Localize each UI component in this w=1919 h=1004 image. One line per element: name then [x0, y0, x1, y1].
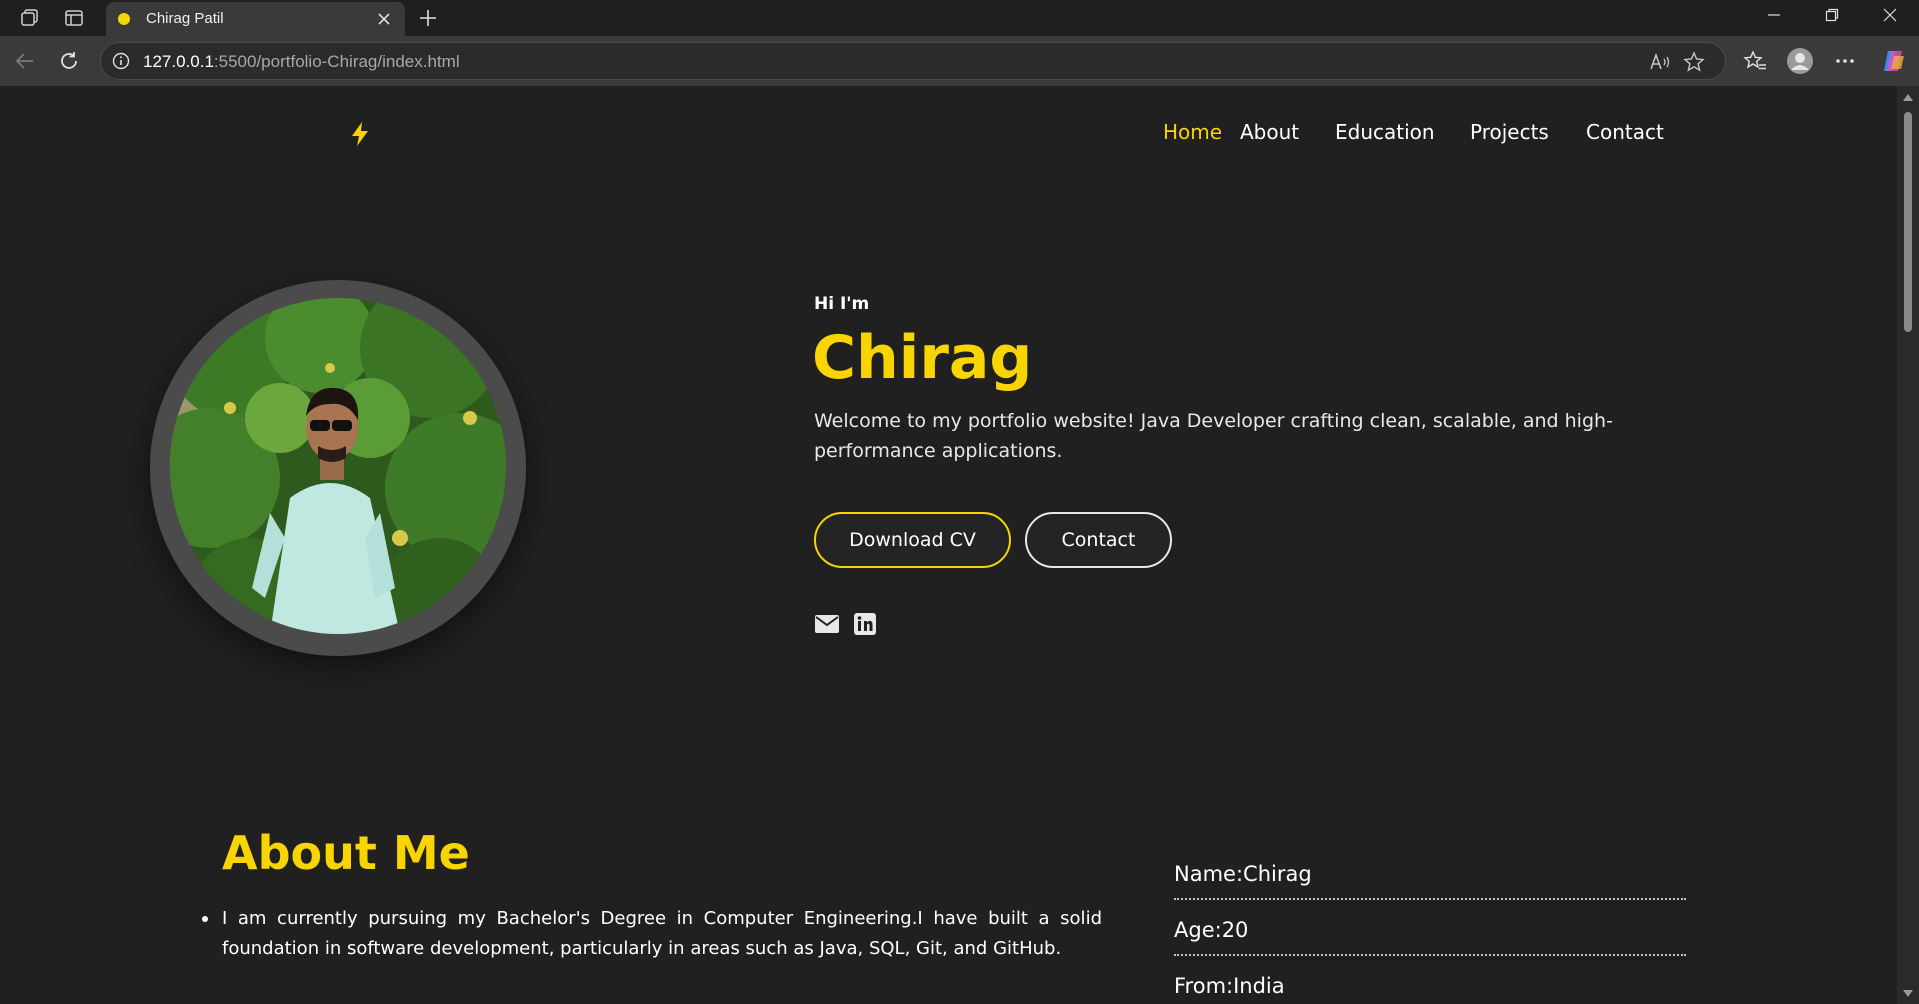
email-icon[interactable] [814, 612, 840, 636]
active-tab[interactable]: Chirag Patil [106, 2, 405, 36]
scrollbar-thumb[interactable] [1904, 112, 1912, 332]
browser-tab-bar: Chirag Patil [0, 0, 1919, 36]
info-age: Age:20 [1174, 918, 1686, 956]
download-cv-button[interactable]: Download CV [814, 512, 1011, 568]
hero-name: Chirag [812, 323, 1033, 393]
url-host: 127.0.0.1 [143, 52, 214, 71]
workspaces-icon[interactable] [16, 6, 44, 30]
page-viewport: Home About Education Projects Contact Hi… [0, 86, 1919, 1004]
nav-about[interactable]: About [1240, 120, 1299, 144]
profile-photo [170, 298, 506, 634]
nav-home[interactable]: Home [1163, 120, 1222, 144]
browser-toolbar: 127.0.0.1:5500/portfolio-Chirag/index.ht… [0, 36, 1919, 86]
nav-contact[interactable]: Contact [1586, 120, 1664, 144]
hero-welcome-text: Welcome to my portfolio website! Java De… [814, 410, 1613, 462]
favorite-star-icon[interactable] [1683, 51, 1705, 73]
page-scrollbar[interactable] [1897, 86, 1919, 1004]
close-icon[interactable] [375, 10, 393, 28]
nav-projects[interactable]: Projects [1470, 120, 1549, 144]
about-item: I am currently pursuing my Bachelor's De… [202, 904, 1102, 964]
about-list: I am currently pursuing my Bachelor's De… [202, 904, 1102, 964]
favorites-icon[interactable] [1740, 46, 1770, 76]
nav-education[interactable]: Education [1335, 120, 1435, 144]
info-name: Name:Chirag [1174, 862, 1686, 900]
url-path: :5500/portfolio-Chirag/index.html [213, 52, 460, 71]
hero-greeting: Hi I'm [814, 294, 870, 314]
scroll-up-icon[interactable] [1903, 94, 1913, 101]
address-bar[interactable]: 127.0.0.1:5500/portfolio-Chirag/index.ht… [100, 42, 1726, 80]
more-icon[interactable] [1830, 46, 1860, 76]
about-title: About Me [222, 826, 470, 880]
new-tab-icon[interactable] [414, 4, 442, 32]
lightning-bolt-icon[interactable] [342, 116, 378, 152]
url-text[interactable]: 127.0.0.1:5500/portfolio-Chirag/index.ht… [143, 52, 460, 72]
site-info-icon[interactable] [111, 51, 131, 71]
read-aloud-icon[interactable] [1649, 51, 1671, 73]
tab-favicon [118, 13, 130, 25]
tab-title: Chirag Patil [146, 10, 224, 27]
back-icon[interactable] [10, 46, 40, 76]
restore-icon[interactable] [1803, 0, 1861, 30]
tab-actions-icon[interactable] [60, 6, 88, 30]
window-close-icon[interactable] [1861, 0, 1919, 30]
linkedin-icon[interactable] [852, 612, 878, 636]
refresh-icon[interactable] [54, 46, 84, 76]
minimize-icon[interactable] [1745, 0, 1803, 30]
copilot-icon[interactable] [1878, 46, 1908, 76]
info-from: From:India [1174, 974, 1285, 998]
scroll-down-icon[interactable] [1903, 990, 1913, 997]
portfolio-page: Home About Education Projects Contact Hi… [4, 86, 1897, 1004]
contact-button[interactable]: Contact [1025, 512, 1172, 568]
profile-icon[interactable] [1785, 46, 1815, 76]
profile-photo-frame [150, 280, 526, 656]
